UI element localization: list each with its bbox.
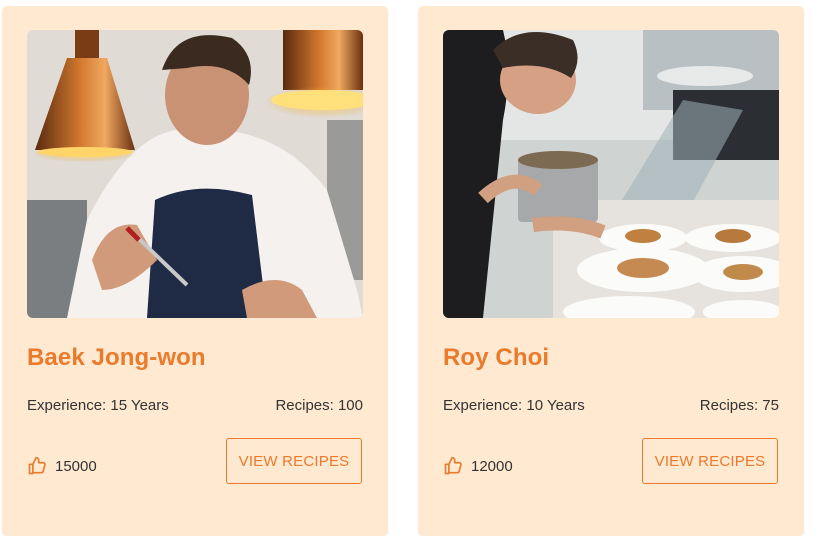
likes-count: 15000 bbox=[55, 457, 97, 475]
recipes-count: Recipes: 75 bbox=[699, 397, 779, 414]
thumbs-up-icon[interactable] bbox=[27, 456, 47, 476]
recipes-count: Recipes: 100 bbox=[275, 397, 363, 414]
chef-name: Roy Choi bbox=[443, 344, 550, 371]
chef-photo bbox=[443, 30, 779, 318]
chef-card: Roy Choi Experience: 10 Years Recipes: 7… bbox=[418, 6, 804, 536]
chef-name: Baek Jong-won bbox=[27, 344, 206, 371]
chef-photo bbox=[27, 30, 363, 318]
experience-text: Experience: 10 Years bbox=[443, 397, 585, 414]
experience-text: Experience: 15 Years bbox=[27, 397, 169, 414]
likes-count: 12000 bbox=[471, 457, 513, 475]
thumbs-up-icon[interactable] bbox=[443, 456, 463, 476]
view-recipes-button[interactable]: VIEW RECIPES bbox=[642, 438, 778, 484]
view-recipes-button[interactable]: VIEW RECIPES bbox=[226, 438, 362, 484]
chef-card: Baek Jong-won Experience: 15 Years Recip… bbox=[2, 6, 388, 536]
likes[interactable]: 15000 bbox=[27, 456, 97, 476]
likes[interactable]: 12000 bbox=[443, 456, 513, 476]
